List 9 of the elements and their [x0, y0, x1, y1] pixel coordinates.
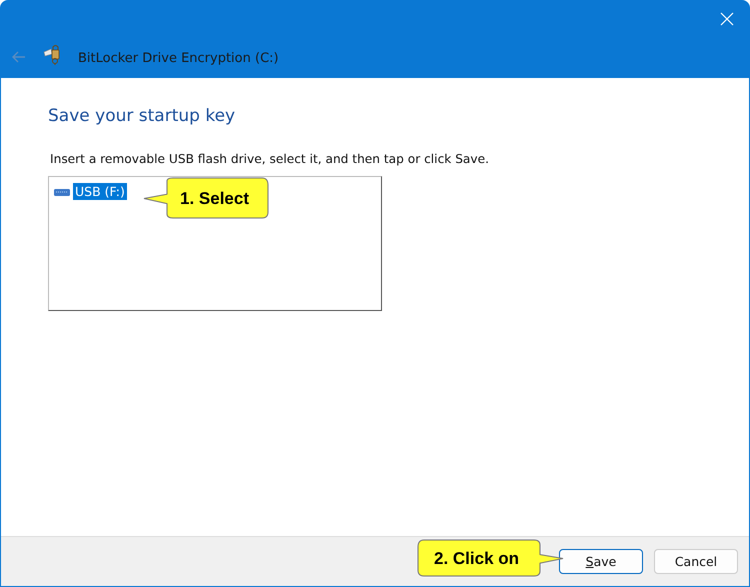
page-heading: Save your startup key [48, 106, 236, 126]
window-title: BitLocker Drive Encryption (C:) [78, 51, 279, 66]
dialog-button[interactable]: Cancel [654, 549, 738, 574]
drive-item[interactable]: USB (F:) [73, 183, 127, 200]
callout: 1. Select [143, 177, 270, 220]
dialog-button[interactable]: Save [559, 549, 643, 574]
callout: 2. Click on [416, 539, 564, 578]
instruction-text: Insert a removable USB flash drive, select it, and then tap or click Save. [50, 152, 490, 166]
drive-icon [53, 186, 71, 196]
